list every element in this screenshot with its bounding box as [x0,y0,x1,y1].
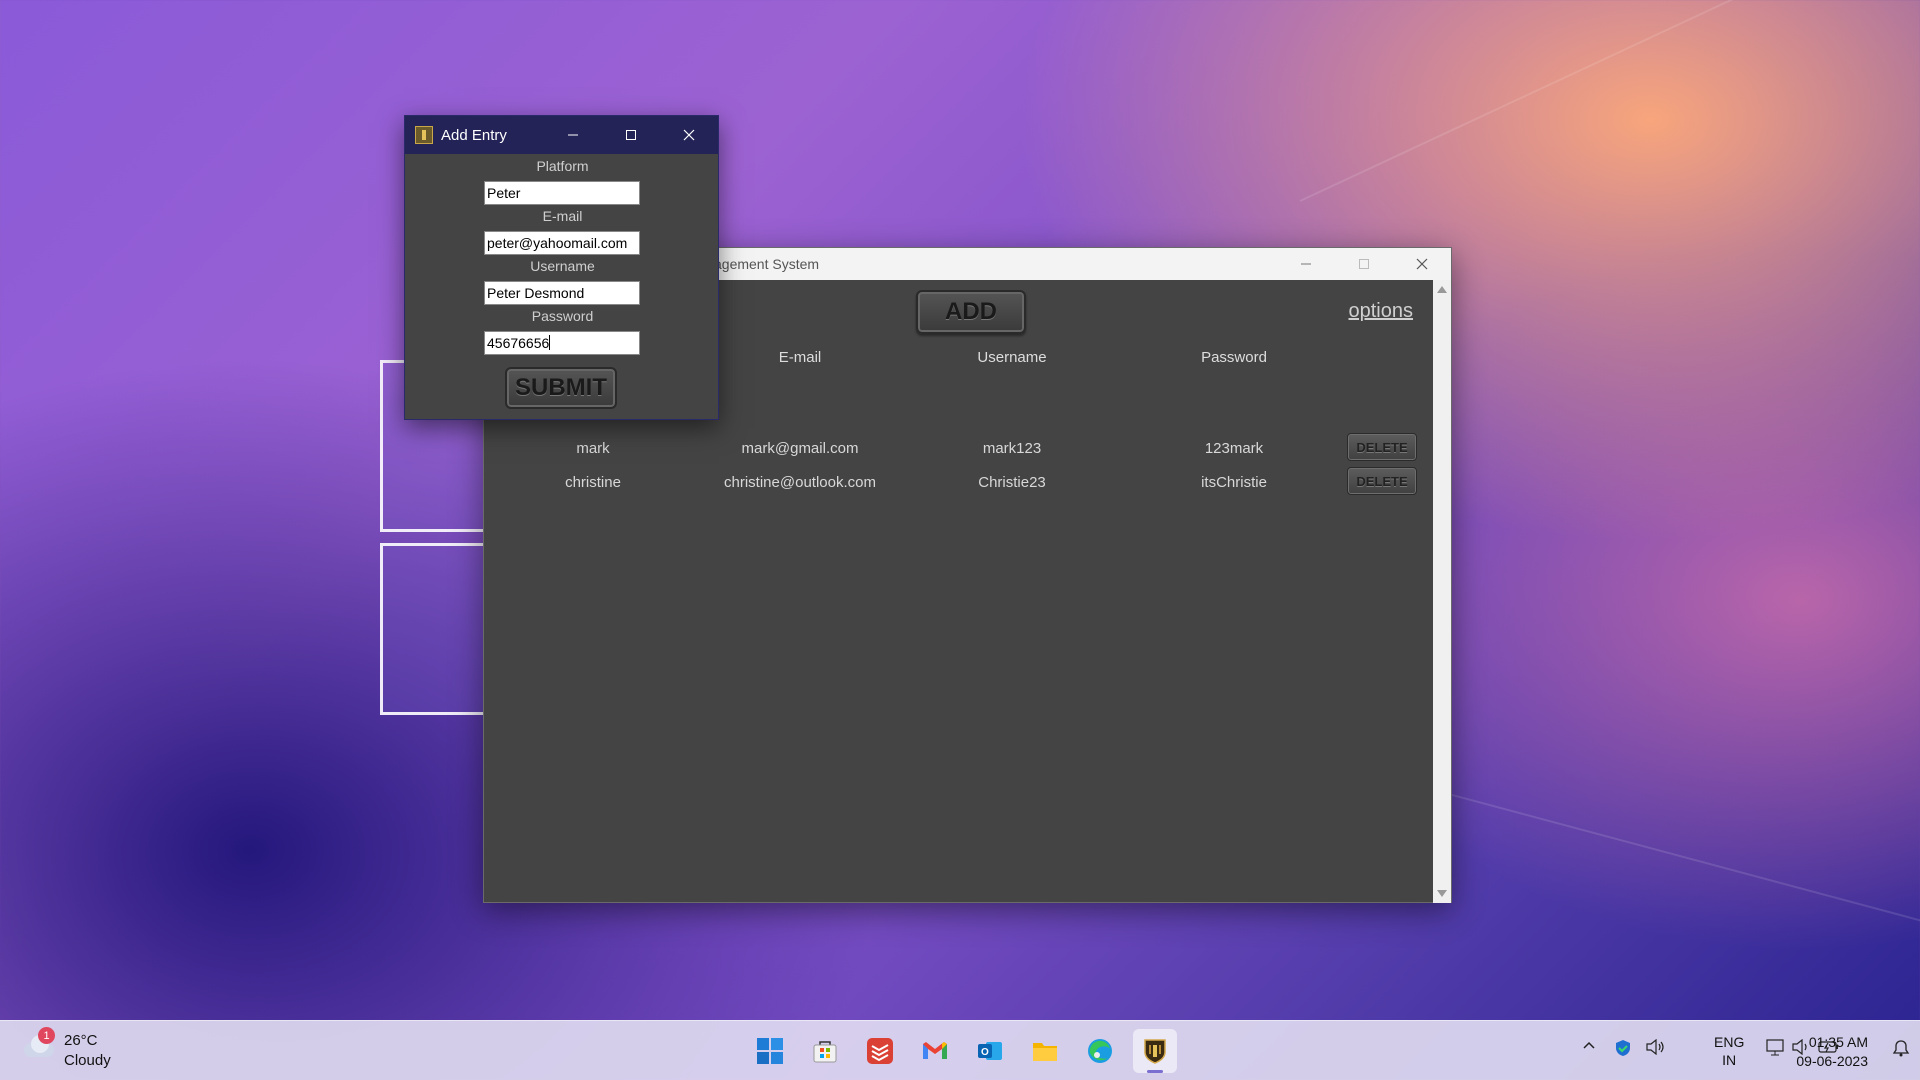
cell-email: christine@outlook.com [724,474,876,491]
platform-field[interactable]: Peter [484,181,640,205]
text-caret [549,335,551,350]
username-field[interactable]: Peter Desmond [484,281,640,305]
column-header-username: Username [977,349,1047,366]
main-window-title: agement System [714,256,820,272]
cloudy-weather-icon: 1 [22,1027,56,1059]
minimize-icon[interactable] [1277,248,1335,280]
start-icon[interactable] [748,1029,792,1073]
gmail-icon[interactable] [913,1029,957,1073]
dialog-controls [544,116,718,154]
app-shield-icon [415,126,433,144]
wallpaper-streak [1299,0,1920,202]
region-code: IN [1722,1052,1737,1068]
main-window-controls [1277,248,1451,280]
email-label: E-mail [542,208,583,224]
edge-icon[interactable] [1078,1029,1122,1073]
options-link[interactable]: options [1349,300,1414,323]
outlook-icon[interactable]: O [968,1029,1012,1073]
cell-platform: mark [576,440,610,457]
vertical-scrollbar[interactable] [1433,280,1451,903]
username-label: Username [530,258,595,274]
dialog-title: Add Entry [441,127,507,144]
scroll-down-icon[interactable] [1437,890,1447,897]
submit-button[interactable]: SUBMIT [505,367,617,409]
weather-text: 26°C Cloudy [64,1031,111,1071]
language-code: ENG [1714,1034,1745,1050]
taskbar-apps: O [748,1029,1188,1073]
system-tray: ENG IN 01:35 AM 09-06-2023 [1500,1021,1920,1080]
cell-username: mark123 [982,440,1042,457]
close-icon[interactable] [1393,248,1451,280]
weather-desc: Cloudy [64,1052,111,1069]
cell-email: mark@gmail.com [741,440,859,457]
column-header-password: Password [1201,349,1267,366]
clock-date: 09-06-2023 [1796,1053,1868,1069]
clock[interactable]: 01:35 AM 09-06-2023 [1796,1033,1868,1071]
email-field[interactable]: peter@yahoomail.com [484,231,640,255]
cell-username: Christie23 [978,474,1046,491]
cell-password: 123mark [1204,440,1264,457]
weather-widget[interactable]: 1 26°C Cloudy [22,1027,111,1071]
column-header-email: E-mail [778,349,822,366]
delete-button[interactable]: DELETE [1347,433,1417,461]
cell-platform: christine [565,474,621,491]
svg-text:O: O [981,1047,989,1058]
cell-password: itsChristie [1201,474,1267,491]
file-explorer-icon[interactable] [1023,1029,1067,1073]
taskbar: 1 26°C Cloudy O ENG IN 01:35 AM 09-06-20… [0,1020,1920,1080]
windows-logo-pane-bottom [380,543,500,715]
password-label: Password [531,308,594,324]
notification-bell-icon[interactable] [1892,1039,1910,1061]
speaker-icon[interactable] [1646,1038,1666,1059]
clock-time: 01:35 AM [1808,1034,1868,1050]
weather-temp: 26°C [64,1032,98,1049]
language-indicator[interactable]: ENG IN [1714,1033,1744,1069]
password-field[interactable]: 45676656 [484,331,640,355]
network-icon[interactable] [1766,1039,1786,1061]
maximize-icon[interactable] [602,116,660,154]
dialog-body: Platform Peter E-mail peter@yahoomail.co… [405,154,718,420]
platform-label: Platform [536,158,589,174]
store-icon[interactable] [803,1029,847,1073]
password-manager-icon[interactable] [1133,1029,1177,1073]
add-button[interactable]: ADD [916,290,1026,334]
maximize-icon [1335,248,1393,280]
dialog-titlebar[interactable]: Add Entry [405,116,718,154]
delete-button[interactable]: DELETE [1347,467,1417,495]
todoist-icon[interactable] [858,1029,902,1073]
wallpaper-streak [1399,780,1920,938]
password-value: 45676656 [487,335,550,351]
security-shield-icon[interactable] [1614,1039,1632,1061]
add-entry-dialog: Add Entry Platform Peter E-mail peter@ya… [404,115,719,420]
chevron-up-icon[interactable] [1582,1039,1596,1057]
scroll-up-icon[interactable] [1437,286,1447,293]
weather-badge: 1 [38,1027,55,1044]
close-icon[interactable] [660,116,718,154]
minimize-icon[interactable] [544,116,602,154]
